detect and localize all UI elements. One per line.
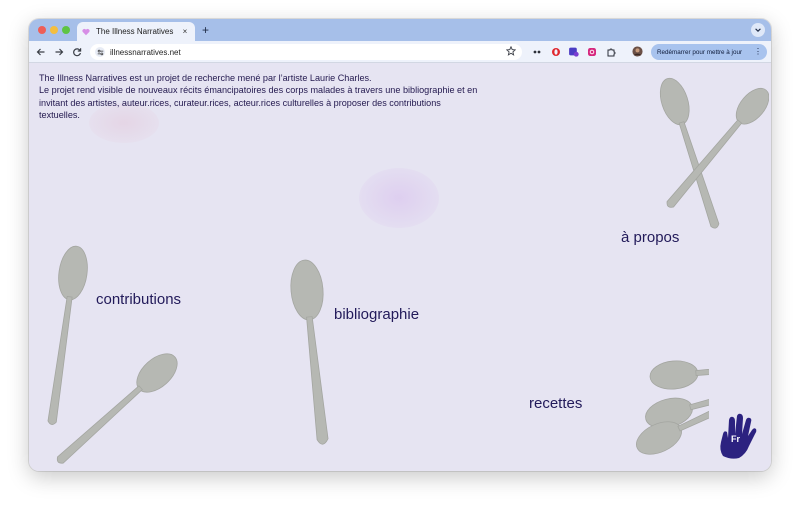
- tab-search-button[interactable]: [751, 23, 765, 37]
- back-arrow-icon: [36, 48, 45, 56]
- forward-button[interactable]: [52, 45, 66, 59]
- intro-line-1: The Illness Narratives est un projet de …: [39, 73, 372, 83]
- extension-dots-icon[interactable]: [530, 45, 543, 58]
- address-bar[interactable]: illnessnarratives.net: [90, 44, 522, 60]
- close-window-button[interactable]: [38, 26, 46, 34]
- tab-close-button[interactable]: ×: [180, 27, 190, 36]
- opera-extension-icon[interactable]: [549, 45, 562, 58]
- back-button[interactable]: [34, 45, 48, 59]
- update-chrome-button[interactable]: Redémarrer pour mettre à jour ⋮: [651, 44, 767, 60]
- reload-button[interactable]: [70, 45, 84, 59]
- watercolor-stain: [359, 168, 439, 228]
- intro-line-2: Le projet rend visible de nouveaux récit…: [39, 85, 478, 121]
- browser-menu-icon[interactable]: ⋮: [754, 47, 762, 57]
- url-text[interactable]: illnessnarratives.net: [110, 48, 506, 57]
- update-button-label: Redémarrer pour mettre à jour: [657, 48, 743, 56]
- profile-avatar[interactable]: [631, 45, 644, 58]
- new-tab-button[interactable]: +: [202, 22, 209, 38]
- puzzle-extensions-icon[interactable]: [604, 45, 617, 58]
- recettes-link[interactable]: recettes: [529, 395, 582, 412]
- bibliographie-link[interactable]: bibliographie: [334, 306, 419, 323]
- web-page: The Illness Narratives est un projet de …: [29, 63, 771, 471]
- tab-illness-narratives[interactable]: The Illness Narratives ×: [77, 22, 195, 41]
- contributions-spoons-illustration: [47, 245, 178, 464]
- heart-favicon-icon: [82, 28, 90, 36]
- chevron-down-icon: [755, 28, 761, 32]
- intro-text: The Illness Narratives est un projet de …: [39, 72, 479, 122]
- forward-arrow-icon: [55, 48, 64, 56]
- site-info-icon[interactable]: [95, 47, 105, 57]
- a-propos-link[interactable]: à propos: [621, 229, 679, 246]
- tab-title: The Illness Narratives: [96, 27, 174, 36]
- instagram-extension-icon[interactable]: [585, 45, 598, 58]
- bibliographie-spoon-illustration: [290, 259, 329, 445]
- crossed-spoons-illustration: [659, 77, 769, 229]
- browser-window: The Illness Narratives × + illnessnarrat…: [29, 19, 771, 471]
- zoom-window-button[interactable]: [62, 26, 70, 34]
- bookmark-star-icon[interactable]: [505, 43, 517, 61]
- tab-bar: The Illness Narratives × +: [29, 19, 771, 41]
- language-switch-button[interactable]: Fr: [717, 412, 757, 460]
- teams-extension-icon[interactable]: [567, 45, 580, 58]
- minimize-window-button[interactable]: [50, 26, 58, 34]
- language-label: Fr: [731, 434, 740, 444]
- browser-toolbar: illnessnarratives.net Redémarrer pour me…: [29, 41, 771, 63]
- contributions-link[interactable]: contributions: [96, 291, 181, 308]
- reload-icon: [73, 48, 82, 57]
